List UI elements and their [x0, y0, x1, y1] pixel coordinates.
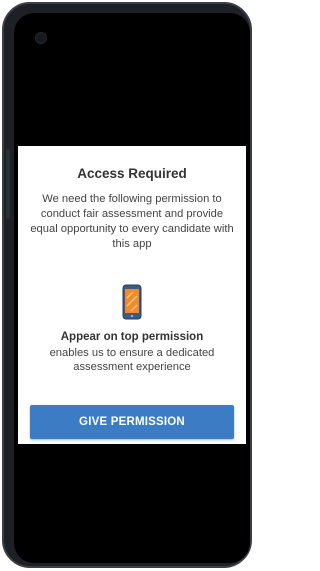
phone-frame: Access Required We need the following pe… — [2, 2, 252, 568]
give-permission-button[interactable]: GIVE PERMISSION — [30, 405, 234, 439]
dialog-message: We need the following permission to cond… — [30, 193, 234, 250]
phone-screen: Access Required We need the following pe… — [14, 13, 250, 563]
phone-overlay-icon — [122, 284, 142, 320]
permission-description: enables us to ensure a dedicated assessm… — [49, 347, 215, 373]
dialog-title: Access Required — [77, 166, 187, 181]
permission-dialog: Access Required We need the following pe… — [18, 146, 246, 444]
side-button — [6, 149, 10, 219]
front-camera — [35, 32, 47, 44]
permission-title: Appear on top permission — [60, 331, 204, 343]
